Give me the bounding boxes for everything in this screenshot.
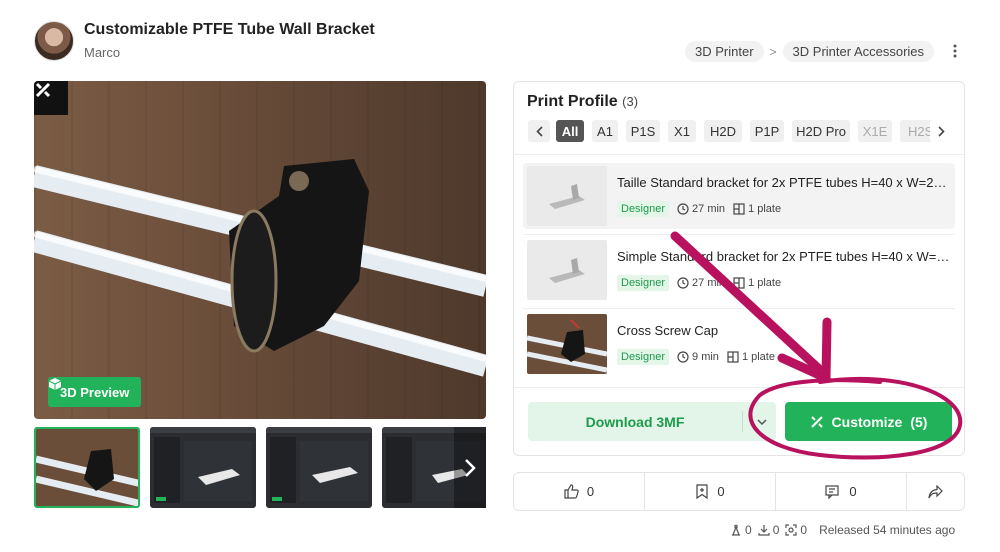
plate-icon (727, 351, 739, 363)
print-time: 27 min (692, 277, 726, 289)
bracket-photo (34, 159, 486, 377)
bookmark-plus-icon (696, 484, 708, 499)
print-icon (732, 524, 740, 536)
author-avatar[interactable] (34, 21, 74, 61)
chevron-right-icon (937, 125, 945, 137)
collect-button[interactable]: 0 (645, 473, 776, 510)
profile-meta: Designer 27 min 1 plate (617, 201, 781, 217)
release-time: Released 54 minutes ago (819, 523, 956, 537)
divider (514, 154, 964, 155)
clock-icon (677, 351, 689, 363)
printer-filter-bar: All A1 P1S X1 H2D P1P H2D Pro X1E H2S (528, 120, 952, 142)
breadcrumb-3d-printer[interactable]: 3D Printer (685, 41, 764, 62)
customize-button[interactable]: Customize (5) (785, 402, 952, 441)
chevron-left-icon (535, 125, 543, 137)
customize-tools-icon (810, 415, 823, 428)
profile-name: Cross Screw Cap (617, 323, 719, 338)
customize-label: Customize (831, 413, 903, 430)
print-profile-panel: Print Profile (3) All A1 P1S X1 H2D P1P … (513, 81, 965, 456)
plate-count: 1 plate (748, 277, 782, 289)
download-3mf-label: Download 3MF (585, 413, 685, 430)
print-profile-count: (3) (622, 94, 639, 109)
plate-count: 1 plate (748, 203, 782, 215)
thumbnail-slicer-2[interactable] (266, 427, 372, 508)
chevron-down-icon (757, 418, 767, 425)
customizable-tag-icon (34, 81, 68, 115)
profile-meta: Designer 9 min 1 plate (617, 349, 775, 365)
thumbnail-strip (34, 427, 486, 508)
main-model-image[interactable]: 3D Preview (34, 81, 486, 419)
download-icon (758, 525, 770, 536)
breadcrumb: 3D Printer > 3D Printer Accessories (685, 41, 935, 62)
profile-thumbnail (527, 240, 607, 300)
designer-badge: Designer (617, 349, 670, 365)
filter-all[interactable]: All (556, 120, 584, 142)
comment-count: 0 (849, 484, 857, 499)
comment-icon (825, 484, 839, 499)
plate-count: 1 plate (741, 351, 775, 363)
filter-prev-button[interactable] (528, 120, 550, 142)
clock-icon (677, 203, 689, 215)
3d-preview-label: 3D Preview (60, 384, 130, 400)
print-time: 9 min (692, 351, 719, 363)
print-profile-heading: Print Profile (527, 93, 618, 110)
designer-badge: Designer (617, 201, 670, 217)
filter-x1e[interactable]: X1E (858, 120, 892, 142)
filter-next-button[interactable] (930, 120, 952, 142)
profile-item[interactable]: Taille Standard bracket for 2x PTFE tube… (523, 163, 955, 229)
profile-item[interactable]: Simple Standard bracket for 2x PTFE tube… (523, 237, 955, 303)
profile-thumbnail (527, 166, 607, 226)
download-options-button[interactable] (750, 402, 774, 441)
vertical-dots-icon (953, 44, 957, 58)
profile-name: Taille Standard bracket for 2x PTFE tube… (617, 175, 953, 190)
profile-item[interactable]: Cross Screw Cap Designer 9 min 1 plate (523, 311, 955, 377)
more-options-button[interactable] (946, 40, 964, 62)
divider (523, 234, 955, 235)
collect-count: 0 (717, 484, 725, 499)
3d-preview-button[interactable]: 3D Preview (48, 377, 142, 407)
filter-h2d[interactable]: H2D (704, 120, 742, 142)
customize-count: (5) (910, 413, 928, 430)
divider (514, 387, 964, 388)
filter-a1[interactable]: A1 (592, 120, 618, 142)
download-count: 0 (772, 523, 780, 537)
model-stats: 0 0 0 Released 54 minutes ago (730, 523, 955, 537)
share-icon (928, 484, 943, 498)
like-button[interactable]: 0 (514, 473, 645, 510)
clock-icon (677, 277, 689, 289)
filter-h2d-pro[interactable]: H2D Pro (792, 120, 850, 142)
plate-icon (733, 277, 745, 289)
author-name[interactable]: Marco (84, 45, 120, 60)
breadcrumb-separator: > (769, 44, 777, 59)
cube-icon (48, 378, 62, 390)
divider (742, 411, 743, 432)
boost-icon (785, 524, 797, 536)
profile-thumbnail (527, 314, 607, 374)
thumbs-up-icon (564, 484, 579, 499)
designer-badge: Designer (617, 275, 670, 291)
filter-p1p[interactable]: P1P (750, 120, 784, 142)
page-title: Customizable PTFE Tube Wall Bracket (84, 21, 375, 38)
share-button[interactable] (907, 473, 964, 510)
comment-button[interactable]: 0 (776, 473, 907, 510)
profile-name: Simple Standard bracket for 2x PTFE tube… (617, 249, 953, 264)
boost-count: 0 (800, 523, 808, 537)
action-bar: 0 0 0 (513, 472, 965, 511)
like-count: 0 (586, 484, 595, 499)
print-count: 0 (745, 523, 752, 537)
plate-icon (733, 203, 745, 215)
filter-p1s[interactable]: P1S (626, 120, 660, 142)
profile-meta: Designer 27 min 1 plate (617, 275, 781, 291)
breadcrumb-3d-printer-accessories[interactable]: 3D Printer Accessories (782, 41, 935, 62)
thumbnail-next-button[interactable] (454, 427, 486, 508)
divider (523, 308, 955, 309)
download-3mf-button[interactable]: Download 3MF (528, 402, 776, 441)
chevron-right-icon (465, 458, 476, 477)
print-profile-title: Print Profile (3) (527, 93, 638, 111)
filter-x1[interactable]: X1 (668, 120, 696, 142)
thumbnail-slicer-1[interactable] (150, 427, 256, 508)
print-time: 27 min (692, 203, 726, 215)
thumbnail-photo[interactable] (34, 427, 140, 508)
